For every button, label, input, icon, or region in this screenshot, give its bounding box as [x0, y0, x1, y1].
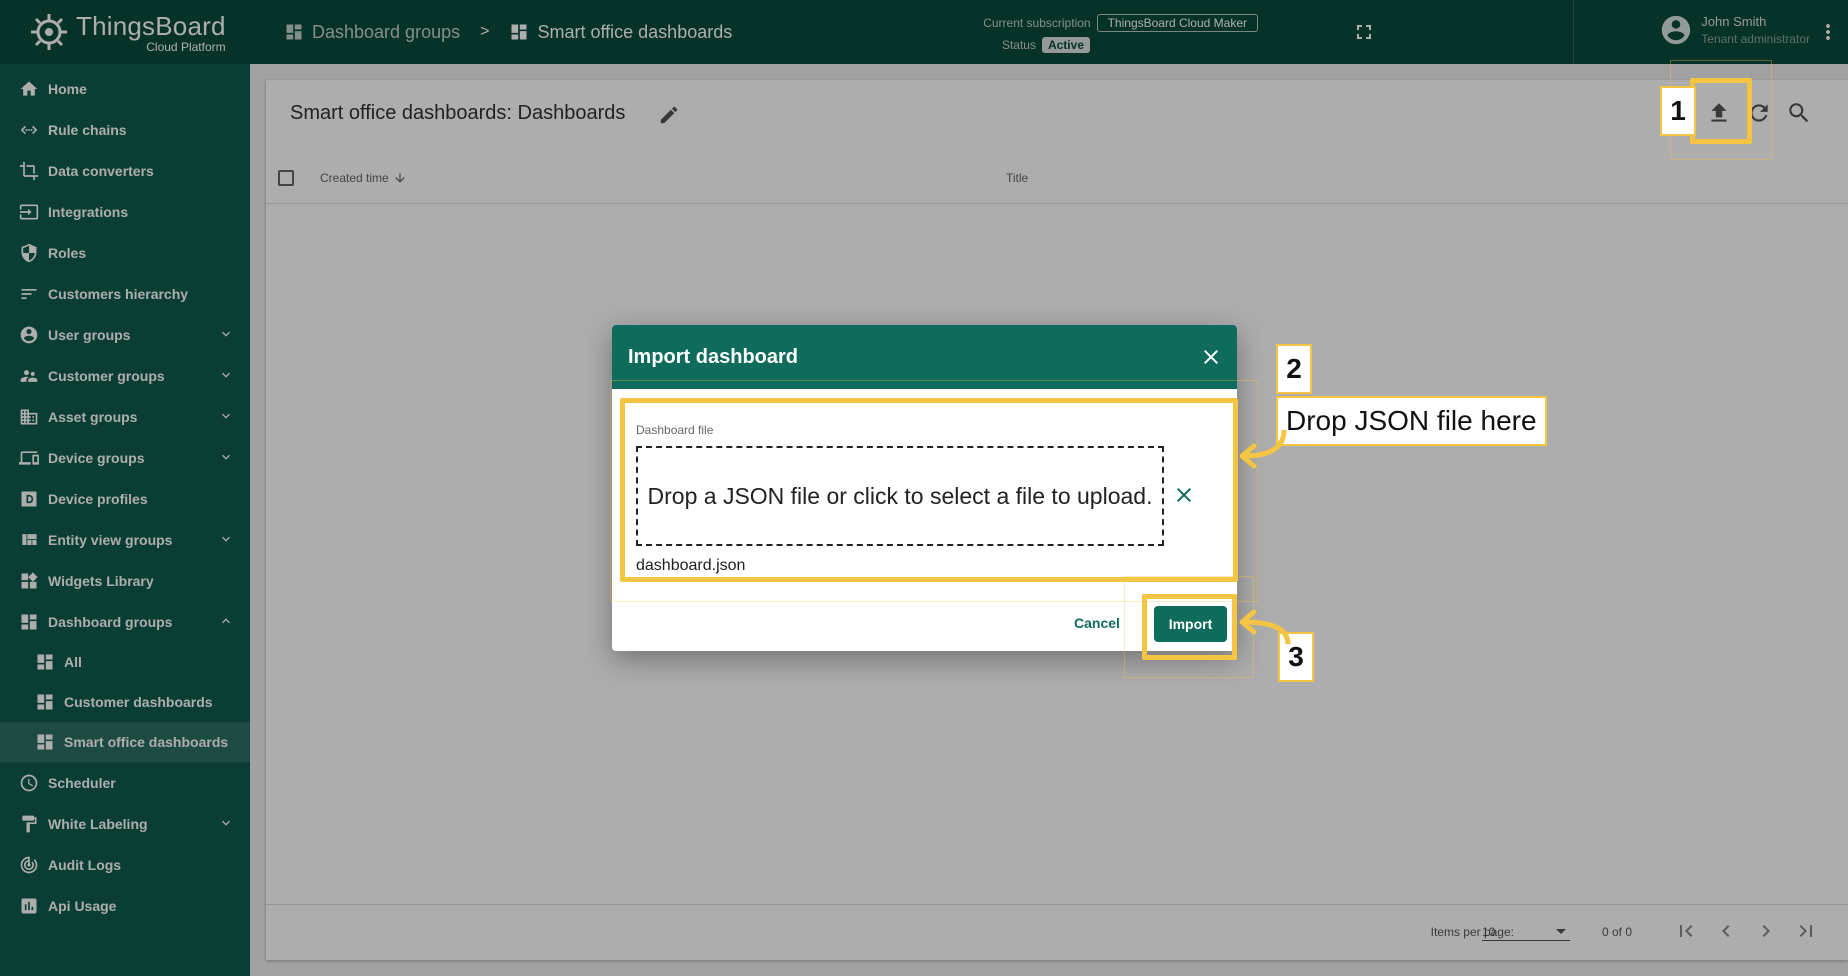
highlight-dropzone	[620, 398, 1238, 582]
step-2-badge: 2	[1276, 344, 1312, 394]
step-2-caption: Drop JSON file here	[1276, 396, 1547, 446]
cancel-button[interactable]: Cancel	[1074, 615, 1120, 631]
dialog-title: Import dashboard	[628, 345, 799, 368]
highlight-import-button	[1142, 594, 1237, 660]
highlight-import-toolbar	[1690, 78, 1752, 144]
close-icon	[1204, 350, 1218, 364]
close-dialog-button[interactable]	[1199, 345, 1223, 369]
step-1-badge: 1	[1660, 86, 1696, 136]
callout-arrow-2	[1239, 430, 1287, 469]
callout-arrow-3	[1239, 609, 1291, 645]
